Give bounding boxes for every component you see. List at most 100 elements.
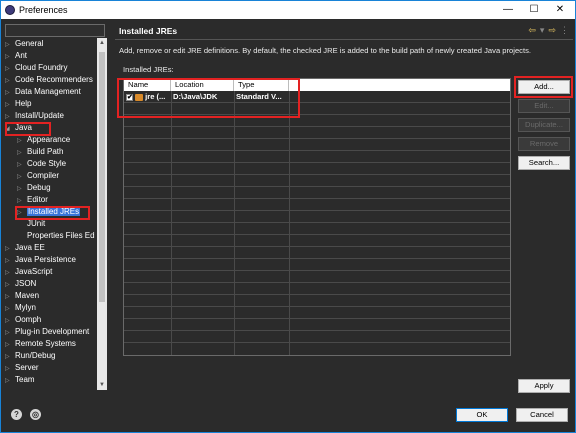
duplicate-button[interactable]: Duplicate... [518,118,570,132]
scroll-down-icon[interactable]: ▼ [97,380,107,390]
table-row [124,247,510,259]
table-row [124,235,510,247]
tree-item[interactable]: ▷ General [5,38,43,50]
highlight-jre-row [117,78,300,118]
tree-item[interactable]: ▷ Debug [5,182,51,194]
table-row [124,163,510,175]
tree-item-label: Run/Debug [15,351,56,360]
tree-item[interactable]: ▷ Plug-in Development [5,326,89,338]
tree-item-label: Data Management [15,87,81,96]
table-row [124,271,510,283]
tree-item-label: JUnit [27,219,46,228]
filter-input[interactable] [5,24,105,37]
page-title: Installed JREs [119,26,178,36]
tree-item[interactable]: ▷ Remote Systems [5,338,76,350]
table-row [124,139,510,151]
jre-table-label: Installed JREs: [123,65,174,74]
forward-arrow-icon[interactable]: ⇨ [548,25,556,35]
tree-item[interactable]: ▷ Cloud Foundry [5,62,67,74]
tree-item[interactable]: ▷ Code Recommenders [5,74,93,86]
tree-item-label: Install/Update [15,111,64,120]
tree-item[interactable]: ▷ Compiler [5,170,59,182]
jre-table[interactable]: Name Location Type jre (... D:\Java\JDK … [123,78,511,356]
tree-item-label: Compiler [27,171,60,180]
tree-item-label: Appearance [27,135,71,144]
tree-item-label: Remote Systems [15,339,76,348]
ok-button[interactable]: OK [456,408,508,422]
tree-item-label: Code Recommenders [15,75,93,84]
minimize-button[interactable]: — [495,2,521,18]
tree-item[interactable]: ▷ Java Persistence [5,254,76,266]
tree-item[interactable]: ▷ JSON [5,278,36,290]
help-icon[interactable]: ? [11,409,22,420]
import-export-icon[interactable]: ◎ [30,409,41,420]
tree-item[interactable]: ▷ Help [5,98,31,110]
preferences-window: Preferences — ☐ ✕ ▷ General ▷ Ant ▷ Cloud Fou… [0,0,576,433]
tree-item-label: General [15,39,44,48]
table-row [124,211,510,223]
table-row [124,331,510,343]
tree-item[interactable]: ▷ Maven [5,290,39,302]
edit-button[interactable]: Edit... [518,99,570,113]
search-button[interactable]: Search... [518,156,570,170]
table-row [124,151,510,163]
dialog-footer: ? ◎ OK Cancel [1,401,575,432]
tree-scrollbar[interactable]: ▲ ▼ [97,38,107,390]
close-button[interactable]: ✕ [547,2,573,18]
tree-item[interactable]: ▷ Java EE [5,242,45,254]
tree-item[interactable]: ▷ Code Style [5,158,66,170]
tree-item[interactable]: ▷ Install/Update [5,110,64,122]
tree-item-label: Debug [27,183,51,192]
tree-item-label: Java EE [15,243,45,252]
tree-item[interactable]: ▷ Build Path [5,146,63,158]
tree-item[interactable]: ▷ Server [5,362,39,374]
apply-button[interactable]: Apply [518,379,570,393]
tree-item-label: Properties Files Ed [27,231,95,240]
tree-item[interactable]: ▷ Ant [5,50,27,62]
page-description: Add, remove or edit JRE definitions. By … [119,46,531,55]
tree-item[interactable]: Properties Files Ed [5,230,95,242]
table-row [124,283,510,295]
page-navigation: ⇦ ▾ ⇨ ⋮ [524,25,569,36]
scroll-up-icon[interactable]: ▲ [97,38,107,48]
back-dropdown-icon[interactable]: ▾ [540,25,545,35]
menu-icon[interactable]: ⋮ [560,25,569,35]
tree-item[interactable]: ▷ Mylyn [5,302,36,314]
tree-item-label: Help [15,99,32,108]
window-title: Preferences [19,5,68,15]
highlight-add-button [514,76,573,98]
tree-item-label: Java Persistence [15,255,76,264]
tree-item-label: Server [15,363,39,372]
tree-item[interactable]: ▷ Oomph [5,314,41,326]
cancel-button[interactable]: Cancel [516,408,568,422]
tree-item[interactable]: ▷ JavaScript [5,266,52,278]
tree-item-label: Oomph [15,315,42,324]
grid-line [234,91,235,355]
tree-item-label: Mylyn [15,303,36,312]
tree-item-label: Editor [27,195,48,204]
tree-item[interactable]: ▷ Editor [5,194,48,206]
table-row [124,295,510,307]
tree-item[interactable]: ▷ Data Management [5,86,81,98]
back-arrow-icon[interactable]: ⇦ [528,25,536,35]
tree-item-label: Build Path [27,147,64,156]
remove-button[interactable]: Remove [518,137,570,151]
page-header: Installed JREs ⇦ ▾ ⇨ ⋮ [115,24,573,38]
table-row [124,319,510,331]
tree-item-label: Maven [15,291,40,300]
collapsed-arrow-icon[interactable]: ▷ [5,375,15,387]
table-row [124,175,510,187]
installed-jres-page: Installed JREs ⇦ ▾ ⇨ ⋮ Add, remove or edit … [115,21,573,401]
scroll-thumb[interactable] [99,52,105,302]
tree-item[interactable]: ▷ Team [5,374,35,386]
tree-item-label: Code Style [27,159,67,168]
maximize-button[interactable]: ☐ [521,2,547,18]
table-row [124,223,510,235]
tree-item[interactable]: ▷ Run/Debug [5,350,55,362]
table-row [124,199,510,211]
title-bar: Preferences — ☐ ✕ [1,1,575,19]
highlight-installed-jres [15,206,90,220]
table-row [124,259,510,271]
tree-item-label: JavaScript [15,267,53,276]
table-row [124,127,510,139]
